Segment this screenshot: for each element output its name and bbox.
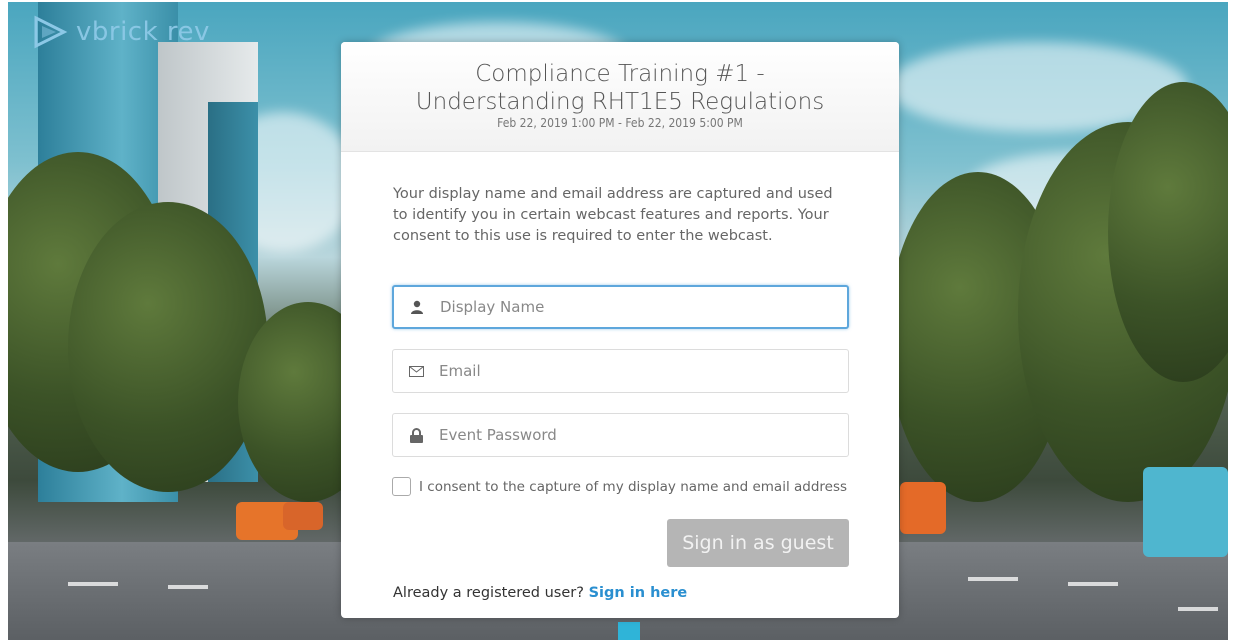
event-password-field[interactable] xyxy=(392,413,849,457)
event-title-line2: Understanding RHT1E5 Regulations xyxy=(415,89,825,115)
logo-text: vbrick rev xyxy=(76,17,210,47)
consent-row[interactable]: I consent to the capture of my display n… xyxy=(392,477,847,496)
consent-checkbox[interactable] xyxy=(392,477,411,496)
lane-marking xyxy=(1068,582,1118,586)
play-logo-icon xyxy=(34,15,68,49)
car xyxy=(1143,467,1228,557)
car xyxy=(900,482,946,534)
registered-prompt: Already a registered user? xyxy=(393,585,589,601)
guest-signin-card: Compliance Training #1 - Understanding R… xyxy=(341,42,899,618)
consent-label: I consent to the capture of my display n… xyxy=(419,478,848,495)
user-icon xyxy=(394,300,440,314)
sign-in-here-link[interactable]: Sign in here xyxy=(589,585,688,601)
lock-icon xyxy=(393,427,439,443)
email-field[interactable] xyxy=(392,349,849,393)
event-password-input[interactable] xyxy=(439,414,848,456)
tree xyxy=(68,202,268,492)
sign-in-as-guest-button[interactable]: Sign in as guest xyxy=(667,519,849,567)
vbrick-logo: vbrick rev xyxy=(32,12,210,52)
lane-marking xyxy=(618,622,640,640)
lane-marking xyxy=(168,585,208,589)
envelope-icon xyxy=(393,365,439,377)
email-input[interactable] xyxy=(439,350,848,392)
display-name-field[interactable] xyxy=(392,285,849,329)
event-title-line1: Compliance Training #1 - xyxy=(475,61,765,87)
registered-user-footer: Already a registered user? Sign in here xyxy=(393,585,687,601)
lane-marking xyxy=(1178,607,1218,611)
card-header: Compliance Training #1 - Understanding R… xyxy=(341,42,899,152)
display-name-input[interactable] xyxy=(440,287,847,327)
lane-marking xyxy=(68,582,118,586)
consent-intro-text: Your display name and email address are … xyxy=(393,186,833,244)
lane-marking xyxy=(968,577,1018,581)
event-schedule: Feb 22, 2019 1:00 PM - Feb 22, 2019 5:00… xyxy=(497,116,743,130)
card-body: Your display name and email address are … xyxy=(341,152,899,247)
car xyxy=(283,502,323,530)
